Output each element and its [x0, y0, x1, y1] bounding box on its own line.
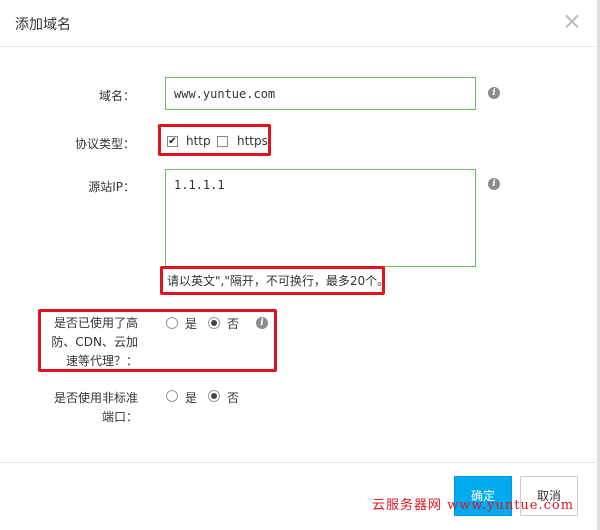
domain-label: 域名：	[98, 89, 135, 103]
watermark-text: 云服务器网 www.yuntue.com	[372, 498, 575, 513]
proxy-label: 是否已使用了高 防、CDN、云加 速等代理？：	[42, 314, 138, 371]
https-option-label: https	[237, 134, 268, 148]
https-checkbox[interactable]	[217, 136, 228, 147]
origin-ip-label: 源站IP：	[88, 180, 135, 194]
origin-ip-info-icon[interactable]: i	[488, 178, 500, 190]
http-checkbox[interactable]: ✔	[167, 136, 178, 147]
add-domain-dialog: 添加域名 × 域名： i 协议类型： ✔ http https 源站IP： 1.…	[0, 0, 600, 530]
nonstandard-port-label: 是否使用非标准 端口：	[42, 389, 138, 427]
domain-input[interactable]	[165, 77, 476, 110]
proxy-label-line-1: 是否已使用了高	[53, 316, 138, 330]
http-option-label: http	[186, 134, 211, 148]
origin-ip-hint: 请以英文","隔开，不可换行，最多20个。	[167, 274, 390, 288]
close-icon[interactable]: ×	[562, 9, 582, 33]
nonstandard-port-label-line-2: 端口：	[101, 410, 138, 424]
protocol-label: 协议类型：	[74, 137, 135, 151]
proxy-label-line-3: 速等代理？：	[65, 354, 138, 368]
port-yes-radio[interactable]	[166, 390, 178, 402]
domain-info-icon[interactable]: i	[488, 87, 500, 99]
nonstandard-port-label-line-1: 是否使用非标准	[53, 391, 138, 405]
proxy-yes-radio[interactable]	[166, 317, 178, 329]
port-no-label: 否	[227, 391, 240, 405]
origin-ip-textarea[interactable]: 1.1.1.1	[165, 169, 476, 267]
proxy-yes-label: 是	[185, 317, 198, 331]
proxy-no-label: 否	[227, 317, 240, 331]
proxy-label-line-2: 防、CDN、云加	[51, 335, 138, 349]
dialog-header: 添加域名 ×	[0, 0, 600, 47]
proxy-no-radio[interactable]	[208, 317, 220, 329]
port-no-radio[interactable]	[208, 390, 220, 402]
dialog-title: 添加域名	[15, 17, 71, 33]
proxy-info-icon[interactable]: i	[256, 317, 268, 329]
footer-divider	[0, 462, 600, 463]
port-yes-label: 是	[185, 391, 198, 405]
